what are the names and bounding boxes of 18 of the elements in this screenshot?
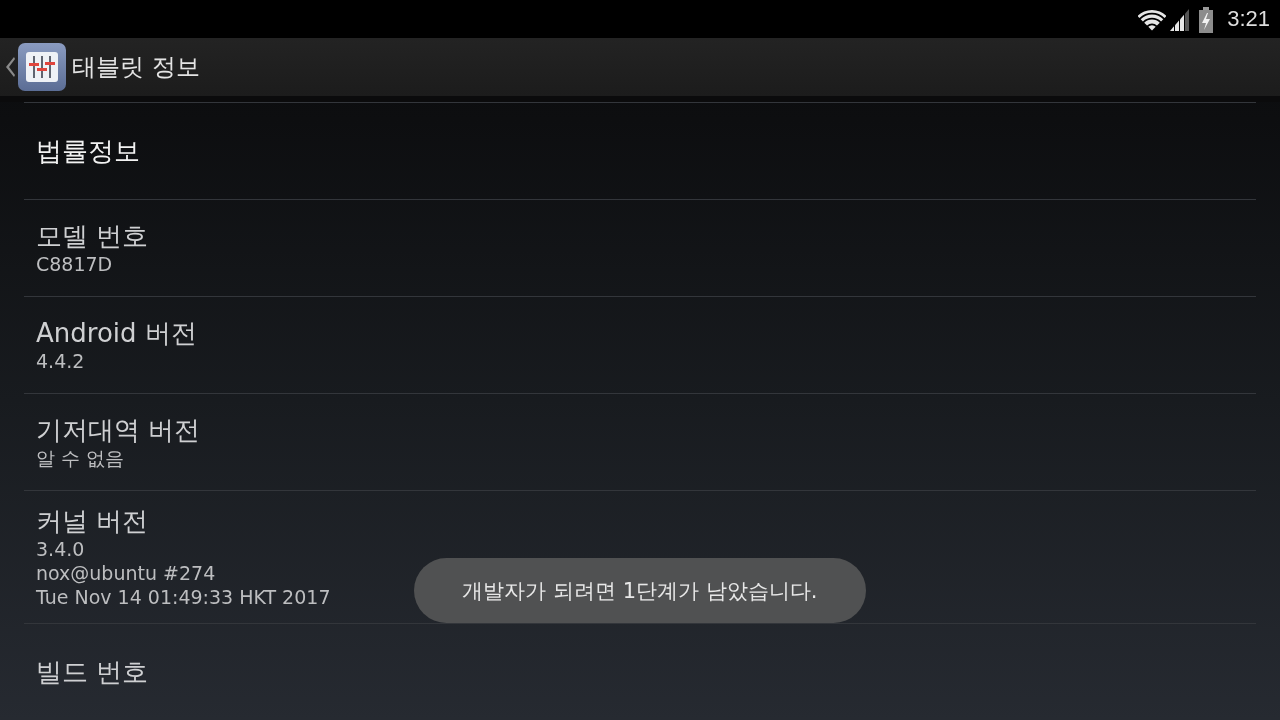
setting-title: 빌드 번호 [36,656,149,688]
battery-charging-icon [1199,6,1214,33]
setting-value: C8817D [36,252,113,276]
caret-icon [5,57,15,77]
setting-value: 3.4.0 nox@ubuntu #274 Tue Nov 14 01:49:33 HKT 2017 [36,537,331,609]
toast-message: 개발자가 되려면 1단계가 남았습니다. [414,558,866,623]
signal-icon [1170,8,1190,31]
setting-title: 모델 번호 [36,220,149,252]
menu-item[interactable]: 법률정보 [36,135,140,167]
settings-app-icon [18,43,66,91]
setting-value: 4.4.2 [36,349,85,373]
screen-title: 태블릿 정보 [72,52,200,82]
setting-value: 알 수 없음 [36,446,125,470]
wifi-icon [1138,8,1167,31]
clock-time: 3:21 [1227,6,1270,32]
setting-title: 커널 버전 [36,505,149,537]
setting-title: 기저대역 버전 [36,414,201,446]
setting-title: Android 버전 [36,317,197,349]
